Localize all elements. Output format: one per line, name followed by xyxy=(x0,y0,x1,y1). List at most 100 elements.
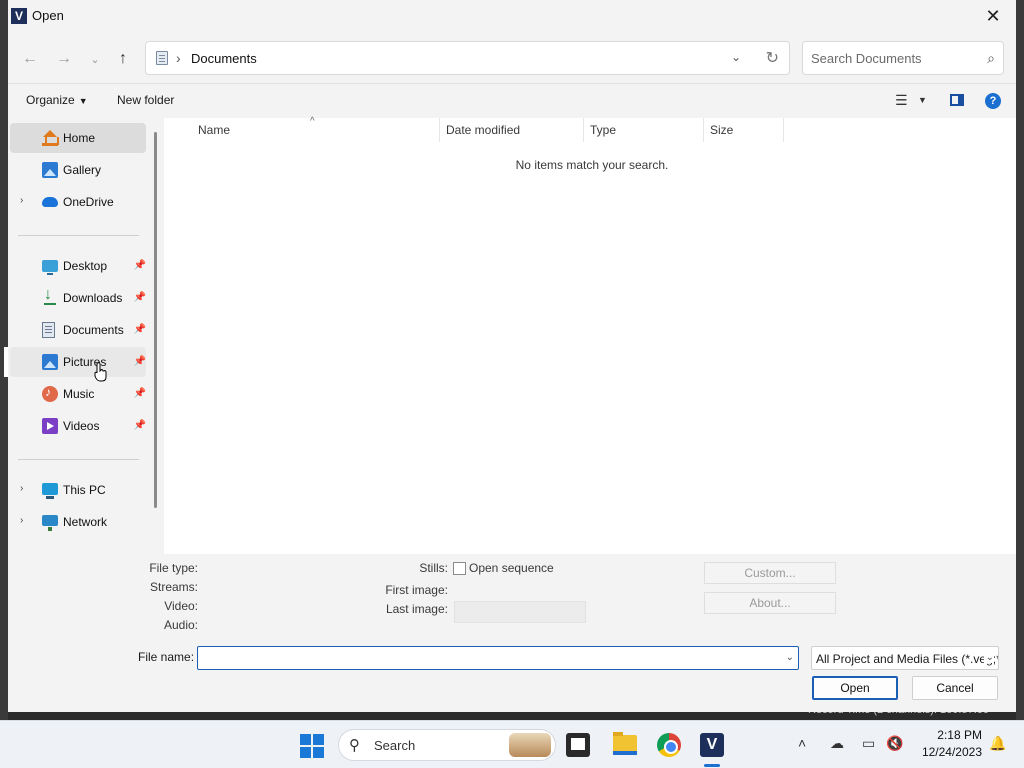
vegas-app-icon[interactable]: V xyxy=(700,733,724,757)
dialog-title: Open xyxy=(32,8,64,23)
column-header-size[interactable]: Size xyxy=(710,123,733,137)
onedrive-offline-icon[interactable]: ☁ xyxy=(830,735,844,752)
taskbar: ⚲ Search V ˄ ☁ ▭ 🔇 2:18 PM 12/24/2023 🔔 xyxy=(0,720,1024,768)
column-header-type[interactable]: Type xyxy=(590,123,616,137)
network-icon xyxy=(42,515,58,531)
taskbar-search[interactable]: ⚲ Search xyxy=(338,729,556,761)
address-dropdown-icon[interactable]: ⌄ xyxy=(731,50,741,64)
media-info-panel: File type: Streams: Video: Audio: Stills… xyxy=(8,554,1016,636)
sidebar-scrollbar[interactable] xyxy=(154,132,157,508)
task-view-icon[interactable] xyxy=(566,733,590,757)
active-app-indicator xyxy=(704,764,720,767)
display-icon[interactable]: ▭ xyxy=(862,735,875,752)
sidebar-item-downloads[interactable]: Downloads 📌 xyxy=(10,283,146,313)
windows-logo-icon xyxy=(313,747,324,758)
sidebar-item-network[interactable]: › Network xyxy=(10,507,146,537)
sidebar-item-pictures[interactable]: Pictures 📌 xyxy=(10,347,146,377)
open-sequence-checkbox[interactable] xyxy=(453,562,466,575)
address-bar[interactable]: › Documents ⌄ ↻ xyxy=(145,41,790,75)
chevron-right-icon[interactable]: › xyxy=(20,483,23,494)
search-input[interactable]: Search Documents xyxy=(811,51,922,66)
videos-icon xyxy=(42,418,58,434)
sidebar-item-label: Music xyxy=(63,387,95,401)
column-divider[interactable] xyxy=(703,118,704,142)
column-header-date-modified[interactable]: Date modified xyxy=(446,123,520,137)
sidebar-item-videos[interactable]: Videos 📌 xyxy=(10,411,146,441)
chevron-down-icon[interactable]: ⌄ xyxy=(786,652,794,663)
refresh-icon[interactable]: ↻ xyxy=(766,48,779,68)
sidebar-item-home[interactable]: Home xyxy=(10,123,146,153)
music-icon xyxy=(42,385,58,402)
sidebar-item-label: OneDrive xyxy=(63,195,114,209)
command-bar: Organize ▼ New folder ☰ ▼ ? xyxy=(8,84,1016,118)
chevron-up-icon[interactable]: ˄ xyxy=(798,735,806,751)
empty-state-message: No items match your search. xyxy=(515,158,669,172)
column-divider[interactable] xyxy=(583,118,584,142)
windows-logo-icon xyxy=(300,747,311,758)
breadcrumb-documents[interactable]: Documents xyxy=(191,51,257,66)
custom-button[interactable]: Custom... xyxy=(704,562,836,584)
view-options-button[interactable]: ☰ xyxy=(895,92,908,109)
sort-ascending-icon: ^ xyxy=(310,116,315,127)
last-image-label: Last image: xyxy=(385,602,448,616)
sidebar-item-label: This PC xyxy=(63,483,106,497)
sidebar-item-documents[interactable]: Documents 📌 xyxy=(10,315,146,345)
start-button[interactable] xyxy=(300,734,324,758)
column-divider[interactable] xyxy=(439,118,440,142)
chevron-right-icon[interactable]: › xyxy=(20,195,23,206)
back-button[interactable]: ← xyxy=(19,48,41,70)
volume-muted-icon[interactable]: 🔇 xyxy=(886,735,903,752)
column-divider[interactable] xyxy=(783,118,784,142)
help-icon[interactable]: ? xyxy=(985,93,1001,109)
search-box[interactable]: Search Documents ⌕ xyxy=(802,41,1004,75)
vegas-app-icon: V xyxy=(11,8,27,24)
close-button[interactable]: ✕ xyxy=(970,0,1016,32)
close-icon: ✕ xyxy=(985,5,1001,26)
arrow-up-icon: ↑ xyxy=(119,50,127,67)
file-list[interactable]: ^ Name Date modified Type Size No items … xyxy=(164,116,1016,554)
chevron-down-icon: ⌄ xyxy=(983,652,994,663)
pin-icon: 📌 xyxy=(133,260,146,271)
file-name-input[interactable]: ⌄ xyxy=(197,646,799,670)
arrow-left-icon: ← xyxy=(22,50,38,67)
forward-button[interactable]: → xyxy=(53,48,75,70)
this-pc-icon xyxy=(42,483,58,499)
notification-bell-icon[interactable]: 🔔 xyxy=(989,735,1006,752)
file-type-value: All Project and Media Files (*.veg;*.vf;… xyxy=(816,652,998,666)
preview-pane-icon[interactable] xyxy=(950,94,964,106)
arrow-right-icon: → xyxy=(56,50,72,67)
clock-date[interactable]: 12/24/2023 xyxy=(912,745,982,759)
sidebar-item-desktop[interactable]: Desktop 📌 xyxy=(10,251,146,281)
chrome-icon[interactable] xyxy=(657,733,681,757)
up-button[interactable]: ↑ xyxy=(112,48,134,70)
cancel-button[interactable]: Cancel xyxy=(912,676,998,700)
list-view-icon: ☰ xyxy=(895,92,908,108)
onedrive-icon xyxy=(42,197,58,207)
first-image-label: First image: xyxy=(385,583,448,597)
last-image-field xyxy=(454,601,586,623)
sidebar-item-gallery[interactable]: Gallery xyxy=(10,155,146,185)
about-button[interactable]: About... xyxy=(704,592,836,614)
sidebar-item-music[interactable]: Music 📌 xyxy=(10,379,146,409)
open-dialog: V Open ✕ ← → ⌄ ↑ › Documents ⌄ ↻ Search … xyxy=(4,0,1016,712)
sidebar-item-this-pc[interactable]: › This PC xyxy=(10,475,146,505)
sidebar-item-onedrive[interactable]: › OneDrive xyxy=(10,187,146,217)
column-header-name[interactable]: Name xyxy=(198,123,230,137)
clock-time[interactable]: 2:18 PM xyxy=(918,728,982,742)
chevron-right-icon[interactable]: › xyxy=(20,515,23,526)
organize-button[interactable]: Organize ▼ xyxy=(26,93,88,107)
file-type-select[interactable]: All Project and Media Files (*.veg;*.vf;… xyxy=(811,646,999,670)
navigation-pane: Home Gallery › OneDrive Desktop 📌 Downlo… xyxy=(4,118,164,554)
recent-locations-button[interactable]: ⌄ xyxy=(84,48,106,70)
pin-icon: 📌 xyxy=(133,292,146,303)
home-icon xyxy=(42,130,59,146)
file-explorer-icon[interactable] xyxy=(613,732,637,755)
open-button[interactable]: Open xyxy=(812,676,898,700)
audio-label: Audio: xyxy=(163,618,198,632)
pin-icon: 📌 xyxy=(133,324,146,335)
new-folder-button[interactable]: New folder xyxy=(117,93,174,107)
background-app-edge-right xyxy=(1016,0,1024,720)
view-caret-icon[interactable]: ▼ xyxy=(918,95,927,105)
open-sequence-label[interactable]: Open sequence xyxy=(469,561,554,575)
file-type-label: File type: xyxy=(149,561,198,575)
